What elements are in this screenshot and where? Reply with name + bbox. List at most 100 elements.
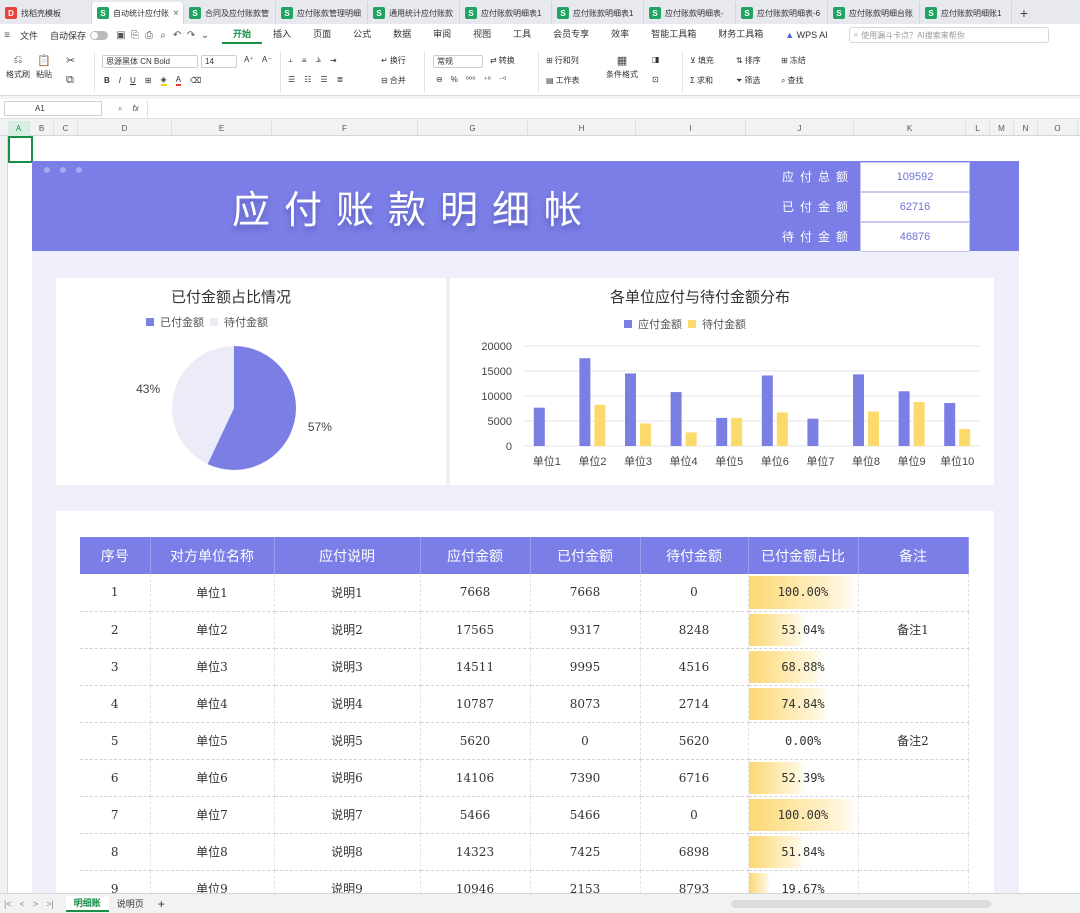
table-cell-unit[interactable]: 单位6 [150,759,275,797]
column-header[interactable]: A [8,121,30,136]
first-sheet-icon[interactable]: |< [0,899,16,909]
align-top-icon[interactable]: ⫠ [288,55,293,65]
active-cell[interactable] [8,136,33,163]
decrease-decimal-icon[interactable]: ⁻⁰ [499,75,506,84]
ribbon-tab[interactable]: 会员专享 [542,27,600,44]
table-cell-note[interactable] [858,685,969,723]
font-color-icon[interactable]: A [175,75,181,86]
rows-cols-button[interactable]: ⊞ 行和列 [546,55,579,66]
cut-button[interactable]: ✂ [66,54,75,67]
border-icon[interactable]: ⊞ [145,76,152,85]
table-cell-unit[interactable]: 单位8 [150,833,275,871]
table-header-cell[interactable]: 应付金额 [420,537,531,574]
table-cell-paid[interactable]: 8073 [530,685,641,723]
print-preview-icon[interactable]: ⌕ [156,30,170,41]
column-header[interactable]: O [1038,121,1078,136]
percent-icon[interactable]: % [451,75,458,84]
pie-chart-card[interactable]: 已付金额占比情况 已付金额 待付金额 57% 43% [56,278,446,485]
table-row[interactable]: 3 单位3 说明3 14511 9995 4516 68.88% [80,648,969,686]
redo-icon[interactable]: ↷ [184,30,198,41]
table-cell-payable[interactable]: 7668 [420,574,531,612]
print-icon[interactable]: ⎙ [142,30,156,41]
doc-tab[interactable]: S 通用统计应付账款 [368,2,460,24]
table-cell-unit[interactable]: 单位2 [150,611,275,649]
doc-tab[interactable]: S 应付账款明细表-6 [736,2,828,24]
table-cell-paid[interactable]: 9995 [530,648,641,686]
table-cell-payable[interactable]: 14106 [420,759,531,797]
format-painter-button[interactable]: ⎌ 格式刷 [6,54,30,80]
table-row[interactable]: 2 单位2 说明2 17565 9317 8248 53.04% 备注1 [80,611,969,649]
column-header[interactable]: I [636,121,746,136]
ratio-cell[interactable]: 74.84% [748,685,859,723]
next-sheet-icon[interactable]: > [29,899,42,909]
column-header[interactable]: N [1014,121,1038,136]
font-grow-button[interactable]: A⁺ [244,55,254,64]
table-cell-no[interactable]: 2 [80,611,151,649]
font-name-select[interactable]: 思源黑体 CN Bold [102,55,198,68]
autosave-toggle[interactable]: 自动保存 [44,29,114,42]
bold-button[interactable]: B [104,76,110,85]
column-header[interactable]: J [746,121,854,136]
table-cell-note[interactable] [858,833,969,871]
table-cell-payable[interactable]: 10787 [420,685,531,723]
table-cell-note[interactable] [858,796,969,834]
column-header[interactable]: F [272,121,418,136]
doc-tab[interactable]: D 找稻壳模板 [0,2,92,24]
table-cell-desc[interactable]: 说明9 [274,870,421,893]
table-cell-desc[interactable]: 说明1 [274,574,421,612]
table-cell-unit[interactable]: 单位9 [150,870,275,893]
align-bottom-icon[interactable]: ⫡ [316,55,321,65]
table-cell-no[interactable]: 8 [80,833,151,871]
table-cell-note[interactable]: 备注2 [858,722,969,760]
table-header-cell[interactable]: 对方单位名称 [150,537,275,574]
fx-icon[interactable]: fx [132,104,138,113]
table-cell-note[interactable] [858,648,969,686]
column-header[interactable]: G [418,121,528,136]
clear-format-icon[interactable]: ⌫ [190,76,201,85]
table-cell-pending[interactable]: 5620 [640,722,749,760]
copy-button[interactable]: ⧉ [66,74,74,87]
table-cell-payable[interactable]: 14511 [420,648,531,686]
table-cell-paid[interactable]: 9317 [530,611,641,649]
table-cell-no[interactable]: 6 [80,759,151,797]
table-cell-payable[interactable]: 10946 [420,870,531,893]
export-icon[interactable]: ⎘ [128,30,142,41]
indent-icon[interactable]: ⇥ [330,56,337,65]
table-cell-unit[interactable]: 单位3 [150,648,275,686]
align-middle-icon[interactable]: ≡ [302,56,307,65]
cond-format-button[interactable]: ▦ 条件格式 [606,54,638,80]
table-cell-no[interactable]: 3 [80,648,151,686]
table-row[interactable]: 9 单位9 说明9 10946 2153 8793 19.67% [80,870,969,893]
sheet-tab[interactable]: 明细账 [65,895,109,912]
table-cell-paid[interactable]: 7668 [530,574,641,612]
worksheet-button[interactable]: ▤ 工作表 [546,75,580,86]
table-cell-no[interactable]: 1 [80,574,151,612]
ratio-cell[interactable]: 68.88% [748,648,859,686]
wrap-text-button[interactable]: ↵ 换行 [381,55,406,66]
font-shrink-button[interactable]: A⁻ [262,55,272,64]
doc-tab[interactable]: S 应付账款明细表- [644,2,736,24]
underline-button[interactable]: U [130,76,136,85]
table-cell-desc[interactable]: 说明2 [274,611,421,649]
table-row[interactable]: 7 单位7 说明7 5466 5466 0 100.00% [80,796,969,834]
column-header[interactable]: K [854,121,966,136]
table-cell-pending[interactable]: 0 [640,574,749,612]
fill-button[interactable]: ⊻ 填充 [690,55,714,66]
number-format-select[interactable]: 常规 [433,55,483,68]
table-header-cell[interactable]: 应付说明 [274,537,421,574]
sum-button[interactable]: Σ 求和 [690,75,713,86]
table-cell-desc[interactable]: 说明5 [274,722,421,760]
table-cell-note[interactable] [858,759,969,797]
table-row[interactable]: 5 单位5 说明5 5620 0 5620 0.00% 备注2 [80,722,969,760]
fill-color-icon[interactable]: ◈ [160,75,167,86]
table-cell-unit[interactable]: 单位1 [150,574,275,612]
table-row[interactable]: 4 单位4 说明4 10787 8073 2714 74.84% [80,685,969,723]
ribbon-tab[interactable]: 工具 [502,27,542,44]
ribbon-tab[interactable]: 公式 [342,27,382,44]
table-header-cell[interactable]: 已付金额 [530,537,641,574]
column-header[interactable]: E [172,121,272,136]
formula-input[interactable] [146,100,1047,117]
table-header-cell[interactable]: 序号 [80,537,151,574]
paste-button[interactable]: 📋 粘贴 [36,54,52,80]
table-style-button[interactable]: ⊡ [652,75,659,84]
